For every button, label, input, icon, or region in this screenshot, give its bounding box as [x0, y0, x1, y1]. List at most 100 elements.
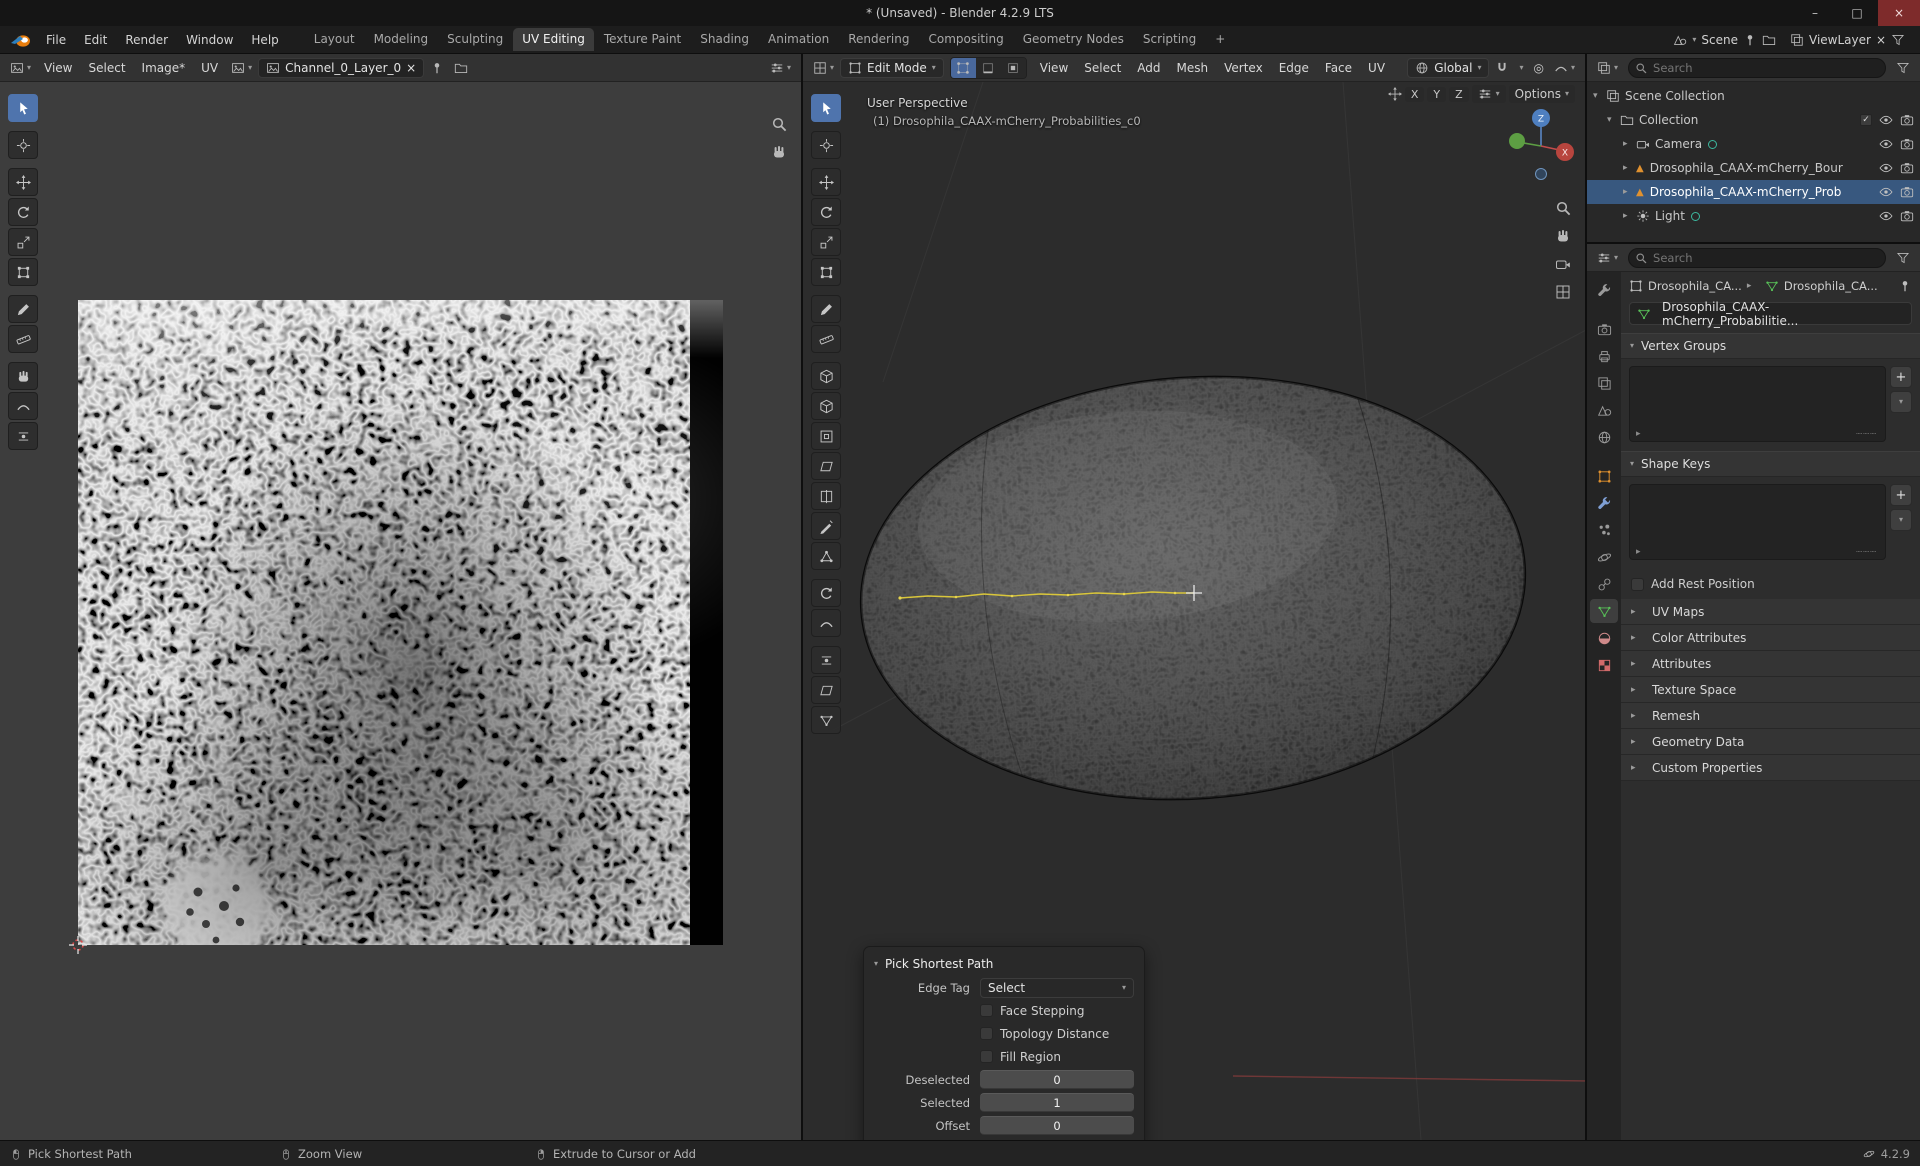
tool-transform[interactable]	[811, 258, 841, 286]
hide-eye-icon[interactable]	[1879, 161, 1893, 175]
section-geometry-data[interactable]: ▸ Geometry Data	[1621, 729, 1920, 755]
properties-filter-button[interactable]	[1892, 249, 1914, 267]
viewlayer-selector[interactable]: ViewLayer ×	[1785, 31, 1910, 49]
tool-smooth[interactable]	[811, 609, 841, 637]
orthographic-toggle-icon[interactable]	[1555, 284, 1571, 300]
vp-menu-add[interactable]: Add	[1130, 58, 1167, 78]
workspace-tab-animation[interactable]: Animation	[759, 28, 838, 51]
tool-rotate[interactable]	[811, 198, 841, 226]
vertex-select-button[interactable]	[951, 58, 976, 78]
outliner-row-drosophila-prob[interactable]: ▸ ▲ Drosophila_CAAX-mCherry_Prob	[1587, 180, 1920, 204]
gizmo-y-axis[interactable]	[1509, 133, 1525, 149]
section-color-attributes[interactable]: ▸ Color Attributes	[1621, 625, 1920, 651]
tool-pinch[interactable]	[8, 422, 38, 450]
tool-extras-dropdown[interactable]: ▾	[1472, 85, 1506, 103]
zoom-icon[interactable]	[771, 116, 787, 132]
selected-field[interactable]: 1	[980, 1093, 1134, 1112]
section-attributes[interactable]: ▸ Attributes	[1621, 651, 1920, 677]
list-expander-icon[interactable]: ▸	[1636, 429, 1641, 439]
tab-output[interactable]	[1590, 344, 1618, 368]
chevron-down-icon[interactable]: ▾	[1593, 91, 1606, 101]
mirror-x-toggle[interactable]: X	[1405, 87, 1425, 102]
blender-logo[interactable]	[10, 32, 32, 48]
vp-menu-view[interactable]: View	[1033, 58, 1075, 78]
chevron-right-icon[interactable]: ▸	[1623, 211, 1636, 221]
section-remesh[interactable]: ▸ Remesh	[1621, 703, 1920, 729]
section-shape-keys[interactable]: ▾ Shape Keys	[1621, 451, 1920, 477]
vp-menu-mesh[interactable]: Mesh	[1170, 58, 1216, 78]
section-vertex-groups[interactable]: ▾ Vertex Groups	[1621, 333, 1920, 359]
outliner-filter-button[interactable]	[1892, 59, 1914, 77]
workspace-tab-scripting[interactable]: Scripting	[1134, 28, 1205, 51]
shape-key-specials-button[interactable]: ▾	[1890, 509, 1912, 531]
chevron-right-icon[interactable]: ▸	[1623, 187, 1636, 197]
menu-file[interactable]: File	[38, 30, 74, 50]
workspace-tab-geometry-nodes[interactable]: Geometry Nodes	[1014, 28, 1133, 51]
menu-render[interactable]: Render	[117, 30, 176, 50]
tool-measure[interactable]	[8, 325, 38, 353]
add-rest-position-checkbox[interactable]	[1631, 578, 1644, 591]
chevron-down-icon[interactable]: ▾	[1607, 115, 1620, 125]
uv-2d-cursor[interactable]	[69, 936, 87, 954]
tool-rip-region[interactable]	[811, 706, 841, 734]
render-visibility-icon[interactable]	[1900, 185, 1914, 199]
unlink-image-icon[interactable]: ×	[406, 61, 416, 75]
close-button[interactable]: ×	[1878, 0, 1920, 26]
deselected-field[interactable]: 0	[980, 1070, 1134, 1089]
outliner-editor-type-dropdown[interactable]: ▾	[1593, 59, 1622, 77]
face-stepping-checkbox[interactable]	[980, 1004, 993, 1017]
fill-region-checkbox[interactable]	[980, 1050, 993, 1063]
workspace-tab-shading[interactable]: Shading	[691, 28, 758, 51]
chevron-right-icon[interactable]: ▸	[1623, 139, 1636, 149]
vp-menu-edge[interactable]: Edge	[1272, 58, 1316, 78]
vp-menu-face[interactable]: Face	[1318, 58, 1359, 78]
render-visibility-icon[interactable]	[1900, 113, 1914, 127]
outliner-row-drosophila-bour[interactable]: ▸ ▲ Drosophila_CAAX-mCherry_Bour	[1587, 156, 1920, 180]
tab-render[interactable]	[1590, 317, 1618, 341]
add-workspace-button[interactable]: +	[1206, 28, 1234, 51]
maximize-button[interactable]: □	[1836, 0, 1878, 26]
pin-image-button[interactable]	[426, 59, 448, 77]
tool-grab[interactable]	[8, 362, 38, 390]
image-browse-dropdown[interactable]: ▾	[227, 59, 256, 77]
add-shape-key-button[interactable]: +	[1890, 484, 1912, 506]
pin-icon[interactable]	[1743, 33, 1757, 47]
collection-checkbox[interactable]: ✓	[1860, 114, 1872, 126]
pan-hand-icon[interactable]	[771, 144, 787, 160]
zoom-icon[interactable]	[1555, 200, 1571, 216]
breadcrumb-data[interactable]: Drosophila_CA...	[1784, 279, 1878, 293]
uv-editor-type-dropdown[interactable]: ▾	[6, 59, 35, 77]
face-select-button[interactable]	[1001, 58, 1026, 78]
viewport-editor-type-dropdown[interactable]: ▾	[809, 59, 838, 77]
uv-menu-view[interactable]: View	[37, 58, 79, 78]
open-image-button[interactable]	[450, 59, 472, 77]
tool-knife[interactable]	[811, 512, 841, 540]
hide-eye-icon[interactable]	[1879, 137, 1893, 151]
tool-annotate[interactable]	[811, 295, 841, 323]
proportional-falloff-dropdown[interactable]: ▾	[1550, 59, 1579, 77]
tool-loop-cut[interactable]	[811, 482, 841, 510]
tool-scale[interactable]	[8, 228, 38, 256]
tool-measure[interactable]	[811, 325, 841, 353]
hide-eye-icon[interactable]	[1879, 209, 1893, 223]
transform-orientation-dropdown[interactable]: Global ▾	[1407, 58, 1489, 78]
tool-move[interactable]	[8, 168, 38, 196]
camera-view-icon[interactable]	[1555, 256, 1571, 272]
resize-grip-icon[interactable]: ┈┈┈	[1856, 547, 1877, 558]
new-scene-icon[interactable]	[1762, 33, 1776, 47]
viewlayer-filter-icon[interactable]	[1891, 33, 1905, 47]
snap-toggle-button[interactable]	[1491, 59, 1513, 77]
tool-scale[interactable]	[811, 228, 841, 256]
workspace-tab-uv-editing[interactable]: UV Editing	[513, 28, 594, 51]
minimize-button[interactable]: –	[1794, 0, 1836, 26]
tab-particles[interactable]	[1590, 518, 1618, 542]
tool-tweak[interactable]	[8, 94, 38, 122]
topology-distance-checkbox[interactable]	[980, 1027, 993, 1040]
section-custom-properties[interactable]: ▸ Custom Properties	[1621, 755, 1920, 781]
tab-tool[interactable]	[1590, 278, 1618, 302]
tool-tweak[interactable]	[811, 94, 841, 122]
offset-field[interactable]: 0	[980, 1116, 1134, 1135]
vp-menu-uv[interactable]: UV	[1361, 58, 1392, 78]
properties-search-input[interactable]	[1628, 248, 1886, 268]
breadcrumb-object[interactable]: Drosophila_CA...	[1648, 279, 1742, 293]
